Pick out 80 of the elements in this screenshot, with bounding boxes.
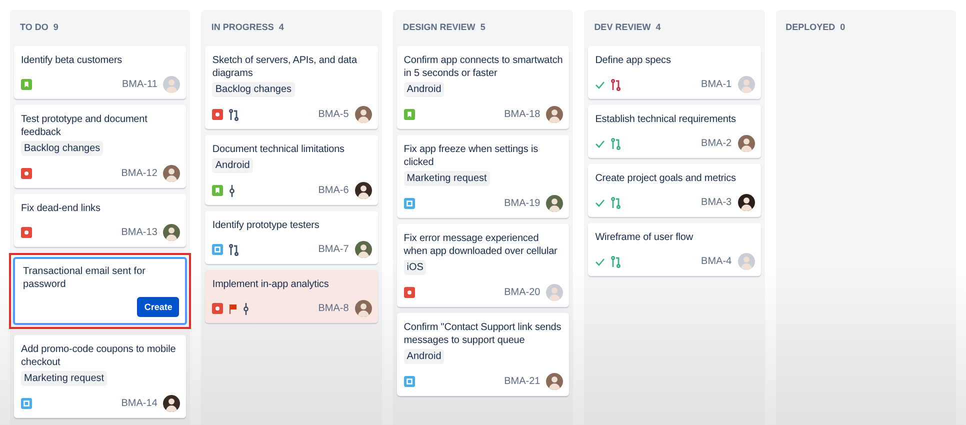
- column-count: 4: [278, 22, 284, 32]
- task-icon: [21, 398, 32, 409]
- create-button[interactable]: Create: [137, 297, 180, 317]
- task-icon: [404, 198, 415, 209]
- column-title: DESIGN REVIEW: [402, 22, 476, 32]
- column-title: IN PROGRESS: [211, 22, 274, 32]
- issue-key: BMA-19: [504, 198, 540, 209]
- issue-title: Define app specs: [595, 54, 672, 67]
- issue-card[interactable]: Fix error message experienced when app downloaded over cellular iOS BMA-20: [396, 224, 570, 307]
- flag-icon: [229, 304, 238, 314]
- task-icon: [404, 376, 415, 387]
- issue-card[interactable]: Identify prototype testers BMA-7: [205, 211, 378, 264]
- issue-title: Establish technical requirements: [595, 113, 737, 126]
- story-icon: [212, 185, 224, 196]
- bug-icon: [212, 303, 224, 314]
- issue-title: Sketch of servers, APIs, and data diagrams: [212, 54, 358, 80]
- issue-label: Backlog changes: [21, 141, 104, 156]
- issue-title: Fix app freeze when settings is clicked: [404, 143, 539, 169]
- issue-key: BMA-11: [122, 79, 158, 90]
- issue-key: BMA-2: [701, 138, 732, 149]
- column-title: DEV REVIEW: [594, 22, 651, 32]
- issue-key: BMA-4: [701, 256, 732, 267]
- issue-card[interactable]: Wireframe of user flow BMA-4: [588, 223, 761, 276]
- issue-label: Android: [404, 349, 444, 364]
- issue-title: Create project goals and metrics: [595, 172, 737, 185]
- issue-key: BMA-20: [504, 287, 540, 298]
- issue-card[interactable]: Add promo-code coupons to mobile checkout Marketing request BMA-14: [14, 335, 186, 418]
- issue-title: Confirm "Contact Support link sends messages to support queue: [404, 321, 562, 347]
- issue-title: Document technical limitations: [212, 143, 346, 156]
- issue-key: BMA-18: [504, 109, 540, 120]
- issue-key: BMA-21: [504, 376, 540, 387]
- bug-icon: [21, 168, 32, 179]
- issue-title: Identify beta customers: [21, 54, 124, 67]
- issue-card[interactable]: Test prototype and document feedback Backlog changes BMA-12: [14, 105, 186, 188]
- issue-input-field[interactable]: Transactional email sent for password Create: [13, 257, 188, 325]
- issue-card[interactable]: Fix dead-end links BMA-13: [14, 194, 186, 247]
- bug-icon: [21, 227, 32, 238]
- issue-card[interactable]: Document technical limitations Android BMA-6: [205, 135, 378, 205]
- column-count: 4: [656, 22, 661, 32]
- issue-title: Identify prototype testers: [212, 219, 320, 232]
- bug-icon: [212, 109, 224, 120]
- issue-key: BMA-8: [318, 303, 349, 314]
- issue-title: Test prototype and document feedback: [21, 113, 148, 139]
- issue-card[interactable]: Implement in-app analytics BMA-8: [205, 270, 378, 323]
- issue-key: BMA-12: [121, 168, 158, 179]
- issue-key: BMA-6: [318, 185, 349, 196]
- issue-title: Implement in-app analytics: [212, 278, 330, 291]
- issue-key: BMA-13: [121, 227, 158, 238]
- issue-label: Marketing request: [21, 371, 108, 386]
- issue-title: Add promo-code coupons to mobile checkout: [21, 343, 177, 369]
- column-count: 9: [53, 22, 58, 32]
- issue-key: BMA-5: [318, 109, 349, 120]
- issue-card[interactable]: Sketch of servers, APIs, and data diagrams Backlog changes BMA-5: [205, 46, 378, 129]
- issue-title: Wireframe of user flow: [595, 231, 694, 244]
- issue-key: BMA-3: [701, 197, 732, 208]
- issue-key: BMA-14: [121, 398, 158, 409]
- task-icon: [212, 244, 224, 255]
- story-icon: [21, 79, 32, 90]
- column-title: DEPLOYED: [786, 22, 836, 32]
- issue-card[interactable]: Identify beta customers BMA-11: [14, 46, 186, 99]
- issue-key: BMA-1: [701, 79, 732, 90]
- issue-label: Backlog changes: [212, 82, 295, 97]
- issue-card[interactable]: Establish technical requirements BMA-2: [588, 105, 761, 158]
- issue-label: Android: [212, 158, 253, 173]
- issue-card[interactable]: Confirm app connects to smartwatch in 5 seconds or faster Android BMA-18: [396, 46, 570, 129]
- issue-title: Confirm app connects to smartwatch in 5 seconds or faster: [404, 54, 564, 80]
- issue-card[interactable]: Create project goals and metrics BMA-3: [588, 164, 761, 217]
- issue-key: BMA-7: [318, 244, 349, 255]
- column-count: 5: [480, 22, 486, 32]
- column-count: 0: [840, 22, 846, 32]
- issue-title: Fix dead-end links: [21, 202, 102, 215]
- issue-card[interactable]: Confirm "Contact Support link sends messages to support queue Android BMA-21: [396, 313, 570, 396]
- issue-card[interactable]: Fix app freeze when settings is clicked Marketing request BMA-19: [396, 135, 570, 218]
- issue-label: Marketing request: [404, 171, 490, 186]
- story-icon: [404, 109, 415, 120]
- issue-label: Android: [404, 82, 444, 97]
- issue-label: iOS: [404, 260, 426, 275]
- column-title: TO DO: [20, 22, 48, 32]
- bug-icon: [404, 287, 415, 298]
- issue-card[interactable]: Define app specs BMA-1: [588, 46, 761, 99]
